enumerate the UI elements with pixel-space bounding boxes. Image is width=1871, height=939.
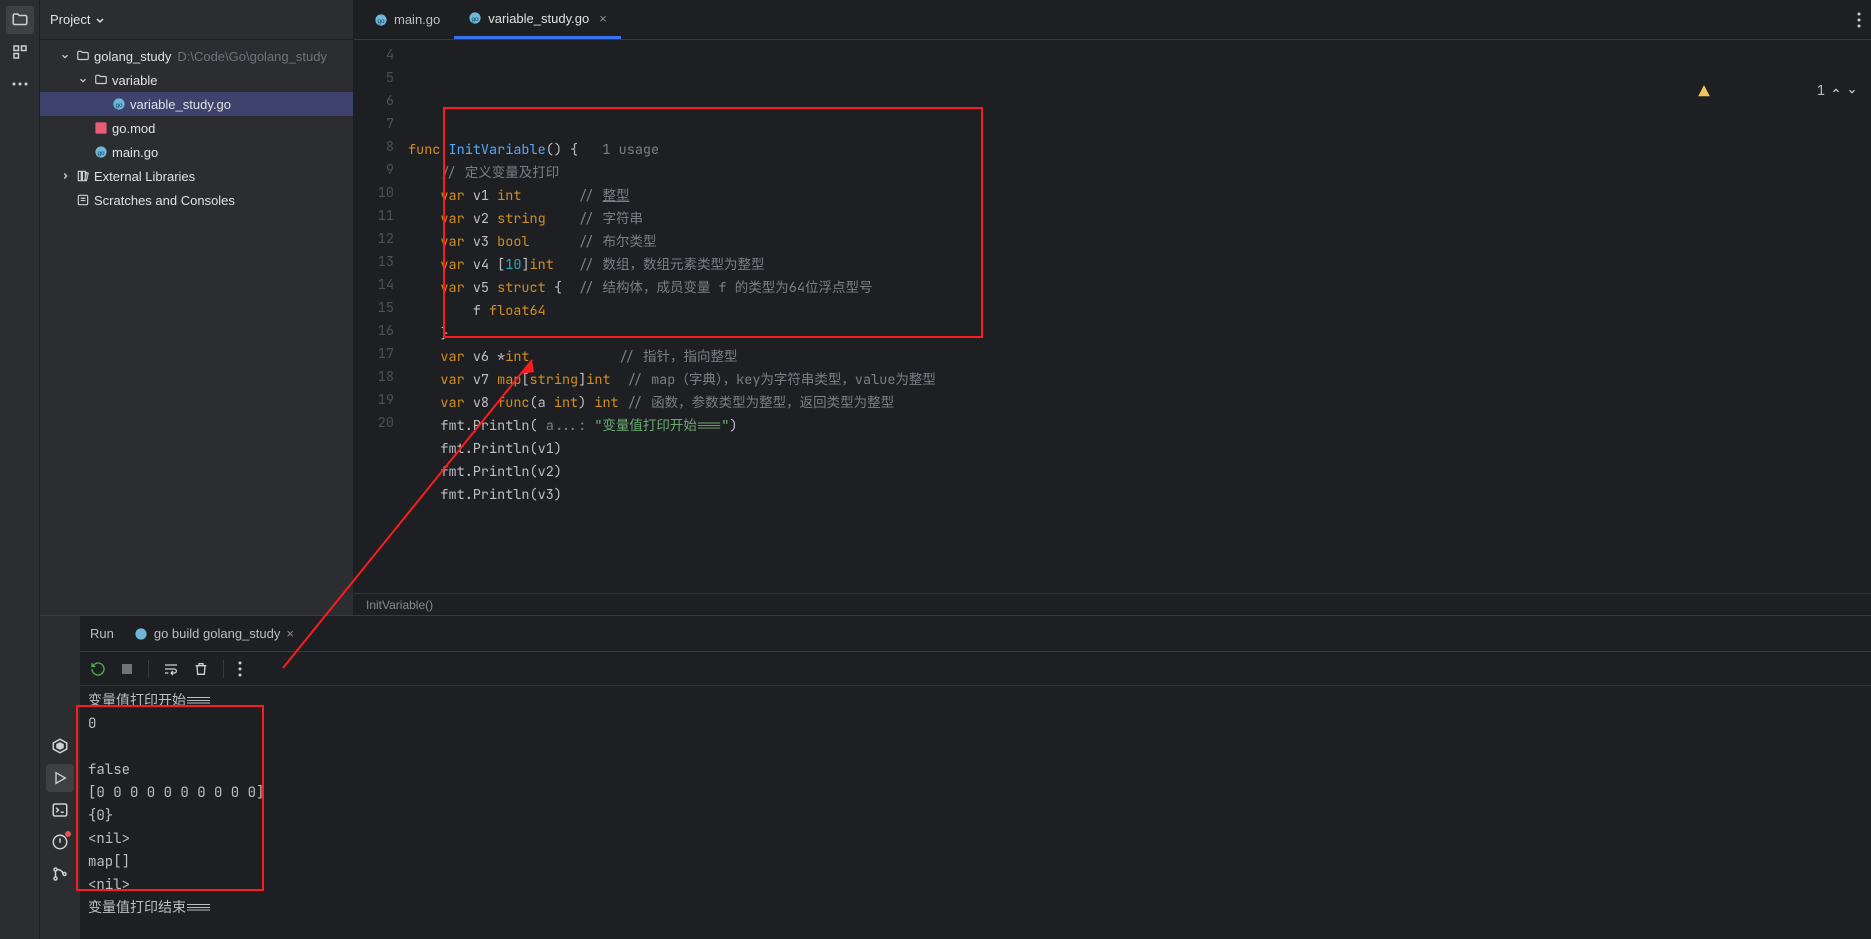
console-line: 变量值打印开始=== — [88, 690, 1863, 713]
problems-icon[interactable] — [46, 828, 74, 856]
tree-row[interactable]: variable — [40, 68, 353, 92]
code-line[interactable]: var v3 bool // 布尔类型 — [408, 231, 1871, 254]
svg-text:go: go — [97, 150, 105, 157]
code-line[interactable]: fmt.Println(v2) — [408, 461, 1871, 484]
structure-tool-icon[interactable] — [6, 38, 34, 66]
editor-body[interactable]: 4567891011121314151617181920 func InitVa… — [354, 40, 1871, 593]
more-icon[interactable] — [238, 661, 242, 677]
code-line[interactable]: } — [408, 323, 1871, 346]
go-icon — [134, 627, 148, 641]
project-panel: Project golang_studyD:\Code\Go\golang_st… — [40, 0, 354, 615]
editor-tabs: gomain.gogovariable_study.go× — [354, 0, 1871, 40]
code-line[interactable]: var v4 [10]int // 数组，数组元素类型为整型 — [408, 254, 1871, 277]
tree-row[interactable]: go.mod — [40, 116, 353, 140]
trash-icon[interactable] — [193, 661, 209, 677]
warning-count: 1 — [1817, 82, 1825, 100]
terminal-icon[interactable] — [46, 796, 74, 824]
tree-row[interactable]: golang_studyD:\Code\Go\golang_study — [40, 44, 353, 68]
code-line[interactable]: fmt.Println(v1) — [408, 438, 1871, 461]
chevron-down-icon[interactable] — [1847, 86, 1857, 96]
console-line: map[] — [88, 851, 1863, 874]
code-line[interactable]: var v8 func(a int) int // 函数，参数类型为整型，返回类… — [408, 392, 1871, 415]
console-output[interactable]: 变量值打印开始===0 false[0 0 0 0 0 0 0 0 0 0]{0… — [80, 686, 1871, 939]
run-tabs: Run go build golang_study × — [80, 616, 1871, 652]
code-line[interactable]: fmt.Println(v3) — [408, 484, 1871, 507]
run-config-tab[interactable]: go build golang_study × — [126, 622, 302, 645]
console-line: false — [88, 759, 1863, 782]
console-line: 0 — [88, 713, 1863, 736]
svg-text:go: go — [377, 17, 385, 24]
editor-tab[interactable]: gomain.go — [360, 0, 454, 39]
console-line: 变量值打印结束=== — [88, 897, 1863, 920]
code-line[interactable]: var v2 string // 字符串 — [408, 208, 1871, 231]
project-tool-icon[interactable] — [6, 6, 34, 34]
code-line[interactable]: var v7 map[string]int // map（字典），key为字符串… — [408, 369, 1871, 392]
code-line[interactable]: var v6 *int // 指针，指向整型 — [408, 346, 1871, 369]
editor-tab[interactable]: govariable_study.go× — [454, 0, 621, 39]
project-tree[interactable]: golang_studyD:\Code\Go\golang_studyvaria… — [40, 40, 353, 212]
close-icon[interactable]: × — [286, 626, 294, 641]
code[interactable]: func InitVariable() { 1 usage // 定义变量及打印… — [408, 40, 1871, 593]
code-line[interactable]: var v1 int // 整型 — [408, 185, 1871, 208]
svg-text:go: go — [472, 16, 480, 23]
gutter: 4567891011121314151617181920 — [354, 40, 408, 593]
code-line[interactable]: var v5 struct { // 结构体，成员变量 f 的类型为64位浮点型… — [408, 277, 1871, 300]
soft-wrap-icon[interactable] — [163, 661, 179, 677]
code-line[interactable]: func InitVariable() { 1 usage — [408, 139, 1871, 162]
svg-text:go: go — [115, 102, 123, 109]
console-line: <nil> — [88, 828, 1863, 851]
inspection-indicator[interactable]: 1 — [1697, 48, 1857, 134]
services-icon[interactable] — [46, 732, 74, 760]
project-panel-title: Project — [50, 12, 90, 27]
activity-bar — [0, 0, 40, 939]
run-icon[interactable] — [46, 764, 74, 792]
close-icon[interactable]: × — [599, 11, 607, 26]
console-line: [0 0 0 0 0 0 0 0 0 0] — [88, 782, 1863, 805]
run-toolbar — [80, 652, 1871, 686]
vcs-icon[interactable] — [46, 860, 74, 888]
project-panel-header[interactable]: Project — [40, 0, 353, 40]
run-tab-title[interactable]: Run — [90, 626, 114, 641]
run-left-toolbar — [40, 616, 80, 939]
code-line[interactable]: // 定义变量及打印 — [408, 162, 1871, 185]
run-panel: Run go build golang_study × — [40, 615, 1871, 939]
tab-menu-icon[interactable] — [1857, 12, 1861, 28]
code-line[interactable]: fmt.Println( a...: "变量值打印开始===") — [408, 415, 1871, 438]
stop-icon[interactable] — [120, 662, 134, 676]
editor-area: gomain.gogovariable_study.go× 4567891011… — [354, 0, 1871, 615]
console-line: {0} — [88, 805, 1863, 828]
console-line — [88, 736, 1863, 759]
console-line: <nil> — [88, 874, 1863, 897]
chevron-up-icon[interactable] — [1831, 86, 1841, 96]
tree-row[interactable]: govariable_study.go — [40, 92, 353, 116]
code-line[interactable] — [408, 116, 1871, 139]
rerun-icon[interactable] — [90, 661, 106, 677]
tree-row[interactable]: Scratches and Consoles — [40, 188, 353, 212]
warning-icon — [1697, 48, 1810, 134]
more-tool-icon[interactable] — [6, 70, 34, 98]
tree-row[interactable]: External Libraries — [40, 164, 353, 188]
tree-row[interactable]: gomain.go — [40, 140, 353, 164]
breadcrumb[interactable]: InitVariable() — [354, 593, 1871, 615]
code-line[interactable]: f float64 — [408, 300, 1871, 323]
